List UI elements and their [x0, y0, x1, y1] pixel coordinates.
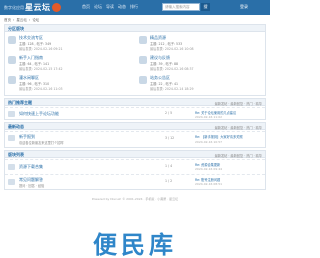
section-filter-links[interactable]: 最新发帖 · 最新回复 · 热门 · 精华 — [215, 153, 262, 158]
section-header: 最新动态 最新发帖 · 最新回复 · 热门 · 精华 — [5, 123, 265, 130]
thread-icon — [8, 164, 15, 170]
thread-row[interactable]: 新手报到 欢迎各位新朋友来这里打个招呼 3 / 12 Re: 【新手报到】大家好… — [5, 131, 265, 148]
forum-section: 分区版块 技术交流专区 主题: 128 , 帖子: 349 最后发表: 2024… — [4, 24, 266, 96]
forum-item[interactable]: 灌水闲聊区 主题: 96 , 帖子: 310 最后发表: 2024-02-16 … — [5, 73, 135, 97]
section-title: 最新动态 — [8, 124, 24, 129]
thread-title[interactable]: 资源下载合集 — [19, 164, 43, 170]
search-button[interactable]: 搜 — [201, 3, 210, 11]
thread-row[interactable]: 常见问题解答 提问 · 回答 · 经验 1 / 2 Re: 账号注册问题 202… — [5, 174, 265, 190]
login-link[interactable]: 登录 — [240, 4, 248, 10]
section-title: 热门推荐主题 — [8, 100, 32, 105]
breadcrumb-forum: 论坛 — [32, 18, 40, 22]
logo-badge-icon — [51, 3, 61, 12]
thread-count: 2 / 5 — [165, 111, 173, 115]
section-title: 分区版块 — [8, 26, 24, 31]
forum-last-post: 最后发表: 2024-02-16 09:21 — [19, 47, 63, 51]
section-header: 版块列表 最新发帖 · 最新回复 · 热门 · 精华 — [5, 151, 265, 158]
thread-last-time: 2024-02-16 10:57 — [195, 140, 223, 144]
forum-item[interactable]: 站务公告区 主题: 22 , 帖子: 41 最后发表: 2024-02-14 1… — [136, 73, 266, 97]
breadcrumb-home[interactable]: 首页 — [4, 18, 11, 23]
thread-description: 欢迎各位新朋友来这里打个招呼 — [19, 141, 64, 145]
thread-count: 1 / 2 — [165, 179, 173, 183]
nav-item-feed[interactable]: 动态 — [118, 4, 126, 10]
forum-last-post: 最后发表: 2024-02-14 18:29 — [150, 87, 194, 91]
thread-row[interactable]: 如何快速上手论坛功能 2 / 5 Re: 关于论坛使用的几点建议 2024-02… — [5, 107, 265, 120]
forum-icon — [8, 76, 16, 84]
forum-last-post: 最后发表: 2024-02-16 10:08 — [150, 47, 194, 51]
forum-icon — [139, 76, 147, 84]
thread-icon — [8, 111, 15, 117]
thread-icon — [8, 135, 15, 141]
thread-last-time: 2024-02-16 08:51 — [195, 182, 223, 186]
news-section: 最新动态 最新发帖 · 最新回复 · 热门 · 精华 新手报到 欢迎各位新朋友来… — [4, 122, 266, 148]
thread-count: 1 / 4 — [165, 164, 173, 168]
breadcrumb-sep: › — [13, 18, 15, 22]
watermark-text: 便民库 — [93, 231, 177, 258]
nav-item-forum[interactable]: 论坛 — [94, 4, 102, 10]
thread-count: 3 / 12 — [165, 136, 175, 140]
logo-text: 星云坛 — [25, 3, 51, 12]
search-input[interactable]: 请输入搜索内容 — [162, 3, 200, 11]
top-header: 数字化应用 星云坛 首页 论坛 导读 动态 排行 请输入搜索内容 搜 登录 — [0, 0, 270, 15]
site-logo[interactable]: 数字化应用 星云坛 — [4, 2, 61, 13]
board-section: 版块列表 最新发帖 · 最新回复 · 热门 · 精华 资源下载合集 1 / 4 … — [4, 150, 266, 190]
forum-icon — [139, 56, 147, 64]
section-title: 版块列表 — [8, 152, 24, 157]
forum-icon — [8, 56, 16, 64]
main-nav: 首页 论坛 导读 动态 排行 — [82, 4, 138, 10]
forum-icon — [139, 36, 147, 44]
section-header: 热门推荐主题 最新发帖 · 最新回复 · 热门 · 精华 — [5, 99, 265, 106]
section-filter-links[interactable]: 最新发帖 · 最新回复 · 热门 · 精华 — [215, 101, 262, 106]
forum-last-post: 最后发表: 2024-02-15 17:42 — [19, 67, 63, 71]
forum-last-post: 最后发表: 2024-02-16 08:37 — [150, 67, 194, 71]
footer-text: Powered by Discuz! © 2001-2024 · 手机版 · 小… — [91, 197, 179, 201]
thread-title[interactable]: 如何快速上手论坛功能 — [19, 111, 59, 117]
thread-row[interactable]: 资源下载合集 1 / 4 Re: 资源合集更新 2024-02-16 09:44 — [5, 159, 265, 174]
nav-item-guide[interactable]: 导读 — [106, 4, 114, 10]
thread-last-time: 2024-02-16 09:44 — [195, 167, 223, 171]
breadcrumb-site[interactable]: 星云坛 — [16, 18, 27, 23]
thread-last-time: 2024-02-16 11:02 — [195, 115, 223, 119]
section-filter-links[interactable]: 最新发帖 · 最新回复 · 热门 · 精华 — [215, 125, 262, 130]
section-header: 分区版块 — [5, 25, 265, 32]
breadcrumb: 首页 › 星云坛 › 论坛 — [4, 18, 39, 23]
nav-item-home[interactable]: 首页 — [82, 4, 90, 10]
thread-description: 提问 · 回答 · 经验 — [19, 184, 45, 188]
thread-last-reply[interactable]: Re: 【新手报到】大家好请多关照 — [195, 134, 243, 139]
forum-icon — [8, 36, 16, 44]
forum-last-post: 最后发表: 2024-02-16 11:03 — [19, 87, 63, 91]
thread-icon — [8, 179, 15, 185]
logo-small-text: 数字化应用 — [4, 4, 24, 10]
nav-item-rank[interactable]: 排行 — [130, 4, 138, 10]
breadcrumb-sep: › — [28, 18, 31, 22]
hot-threads-section: 热门推荐主题 最新发帖 · 最新回复 · 热门 · 精华 如何快速上手论坛功能 … — [4, 98, 266, 120]
